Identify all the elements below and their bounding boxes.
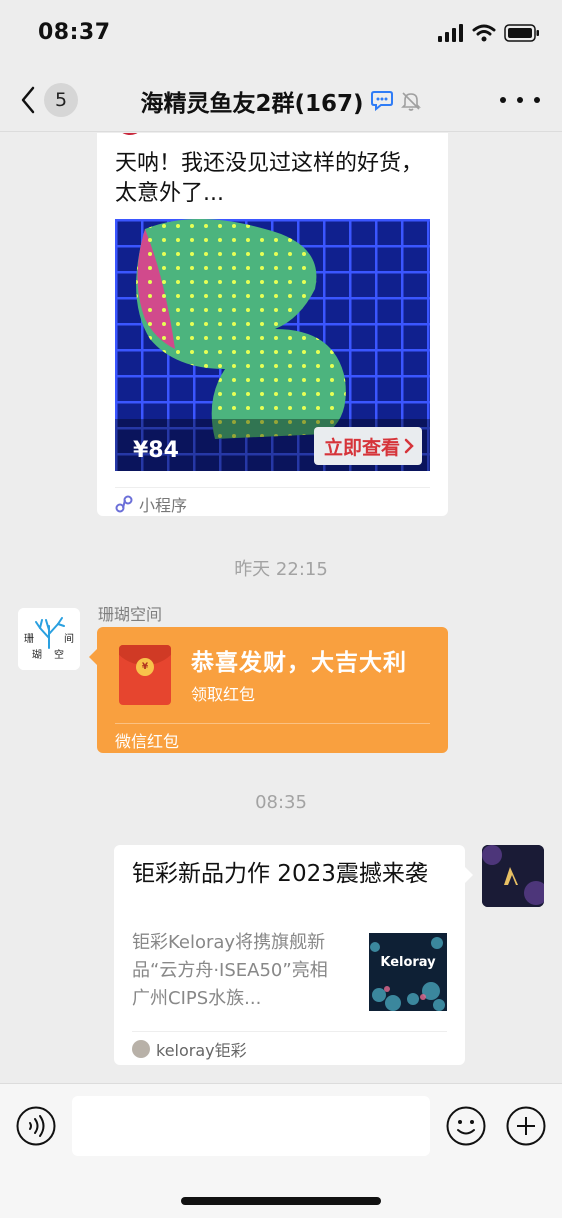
more-dot <box>517 97 523 103</box>
red-envelope-icon: ¥ <box>119 645 171 705</box>
mini-program-image: ¥84 立即查看 <box>115 219 430 471</box>
chat-title: 海精灵鱼友2群(167) <box>140 91 364 117</box>
mini-program-card[interactable]: 天呐！我还没见过这样的好货，太意外了... ¥84 立即查看 小程序 <box>97 133 448 516</box>
article-source-name: keloray钜彩 <box>156 1041 247 1060</box>
status-time: 08:37 <box>38 20 111 45</box>
self-avatar[interactable] <box>482 845 544 907</box>
mini-program-avatar <box>115 133 145 135</box>
source-icon <box>132 1040 150 1058</box>
svg-text:间: 间 <box>64 632 74 645</box>
timestamp: 昨天 22:15 <box>234 559 328 580</box>
signal-icon <box>438 24 463 42</box>
article-thumbnail: Keloray <box>369 933 447 1011</box>
status-bar: 08:37 <box>0 0 562 66</box>
chat-bubble-icon <box>370 91 393 112</box>
article-title: 钜彩新品力作 2023震撼来袭 <box>132 861 428 887</box>
mini-program-price: ¥84 <box>133 438 179 463</box>
article-description: 钜彩Keloray将携旗舰新品“云方舟·ISEA50”亮相广州CIPS水族... <box>132 932 328 1009</box>
red-packet-footer: 微信红包 <box>115 723 430 752</box>
mute-bell-icon <box>400 92 421 111</box>
article-source: keloray钜彩 <box>132 1031 447 1061</box>
mini-program-icon <box>115 495 133 513</box>
red-packet-title: 恭喜发财，大吉大利 <box>191 650 407 676</box>
chevron-right-icon <box>404 438 414 454</box>
article-card[interactable]: 钜彩新品力作 2023震撼来袭 钜彩Keloray将携旗舰新品“云方舟·ISEA… <box>114 845 473 1065</box>
svg-text:珊: 珊 <box>24 633 34 645</box>
sender-avatar[interactable]: 珊 间 瑚 空 <box>18 608 80 670</box>
more-dot <box>534 97 540 103</box>
battery-icon <box>504 24 539 42</box>
more-dot <box>500 97 506 103</box>
status-icons <box>438 24 540 42</box>
wifi-icon <box>472 24 496 42</box>
svg-text:瑚: 瑚 <box>32 649 42 661</box>
home-indicator[interactable] <box>181 1197 381 1205</box>
mini-program-title: 天呐！我还没见过这样的好货，太意外了... <box>115 151 424 206</box>
emoji-icon[interactable] <box>446 1106 486 1146</box>
view-now-label: 立即查看 <box>323 436 400 459</box>
message-list[interactable]: 天呐！我还没见过这样的好货，太意外了... ¥84 立即查看 小程序 昨天 22… <box>0 133 562 1083</box>
message-input[interactable] <box>72 1096 430 1156</box>
more-icon[interactable] <box>500 88 540 112</box>
timestamp: 08:35 <box>255 792 307 813</box>
red-packet-card[interactable]: ¥ 恭喜发财，大吉大利 领取红包 微信红包 <box>89 627 448 753</box>
voice-icon[interactable] <box>16 1106 56 1146</box>
chat-header: 5 海精灵鱼友2群(167) <box>0 66 562 132</box>
mini-program-source: 小程序 <box>139 496 188 515</box>
sender-name: 珊瑚空间 <box>98 605 163 624</box>
mini-program-footer: 小程序 <box>115 487 430 516</box>
chat-title-group[interactable]: 海精灵鱼友2群(167) <box>0 84 562 118</box>
article-thumbnail-text: Keloray <box>380 955 436 970</box>
svg-text:空: 空 <box>54 648 64 661</box>
plus-icon[interactable] <box>506 1106 546 1146</box>
view-now-button[interactable]: 立即查看 <box>313 427 422 465</box>
red-packet-subtitle: 领取红包 <box>191 685 256 704</box>
